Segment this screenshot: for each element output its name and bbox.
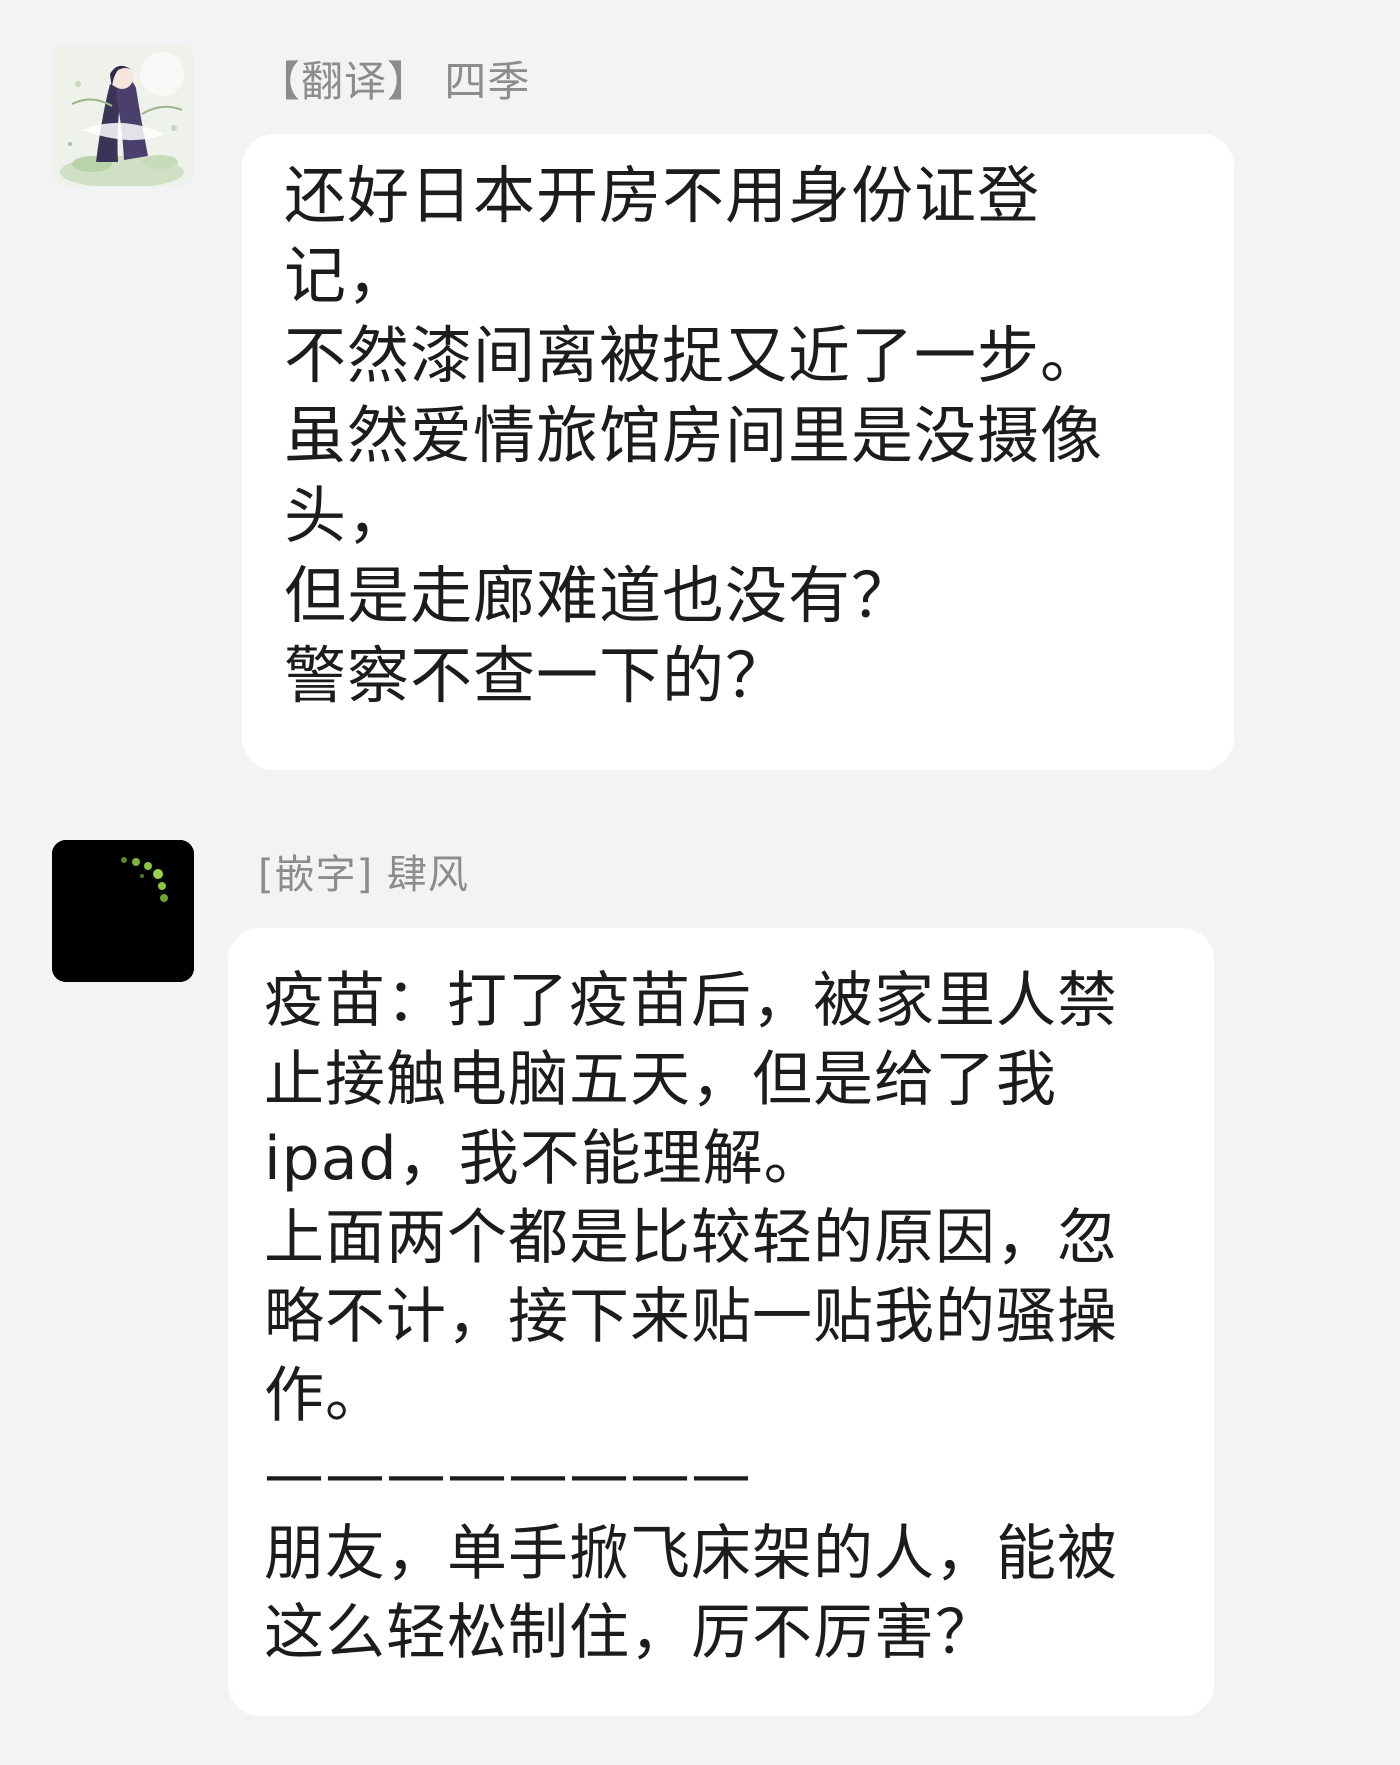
sender-name[interactable]: [嵌字] 肆风 — [258, 842, 469, 900]
message-line: ———————— — [264, 1440, 752, 1510]
message-line: 虽然爱情旅馆房间里是没摄像 — [284, 399, 1104, 472]
dark-fireflies-avatar-icon[interactable] — [52, 840, 194, 982]
message-line: 还好日本开房不用身份证登 — [284, 159, 1041, 232]
message-line: 止接触电脑五天，但是给了我 — [264, 1045, 1057, 1115]
message-bubble[interactable]: 还好日本开房不用身份证登 记， 不然漆间离被捉又近了一步。 虽然爱情旅馆房间里是… — [242, 134, 1234, 770]
message-line: 不然漆间离被捉又近了一步。 — [284, 319, 1104, 392]
message-line: 朋友，单手掀飞床架的人，能被 — [264, 1519, 1118, 1589]
message-line: ipad，我不能理解。 — [264, 1124, 825, 1194]
message-line: 记， — [284, 239, 411, 312]
message-line: 警察不查一下的？ — [284, 639, 789, 712]
message-line: 头， — [284, 479, 411, 552]
sender-name[interactable]: 【翻译】 四季 — [258, 48, 530, 109]
anime-girl-avatar-icon[interactable] — [52, 44, 194, 186]
message-line: 疫苗：打了疫苗后，被家里人禁 — [264, 966, 1118, 1036]
message-line: 但是走廊难道也没有？ — [284, 559, 915, 632]
message-line: 上面两个都是比较轻的原因，忽 — [264, 1203, 1118, 1273]
message-line: 作。 — [264, 1361, 386, 1431]
message-line: 这么轻松制住，厉不厉害？ — [264, 1598, 996, 1668]
message-line: 略不计，接下来贴一贴我的骚操 — [264, 1282, 1118, 1352]
message-bubble[interactable]: 疫苗：打了疫苗后，被家里人禁 止接触电脑五天，但是给了我 ipad，我不能理解。… — [228, 928, 1214, 1716]
